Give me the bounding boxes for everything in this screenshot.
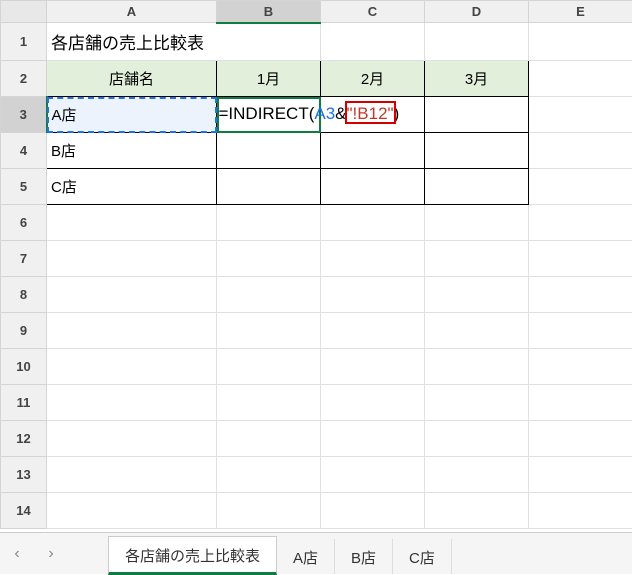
cell-D13[interactable] bbox=[425, 457, 529, 493]
cell-C2-header-m2[interactable]: 2月 bbox=[321, 61, 425, 97]
cell-D12[interactable] bbox=[425, 421, 529, 457]
sheet-tab-c[interactable]: C店 bbox=[393, 539, 452, 574]
col-header-C[interactable]: C bbox=[321, 1, 425, 23]
sheet-tab-summary[interactable]: 各店舗の売上比較表 bbox=[108, 536, 277, 575]
cell-D5[interactable] bbox=[425, 169, 529, 205]
cell-D6[interactable] bbox=[425, 205, 529, 241]
row-header-1[interactable]: 1 bbox=[1, 23, 47, 61]
cell-B6[interactable] bbox=[217, 205, 321, 241]
tab-nav-next[interactable]: › bbox=[34, 533, 68, 574]
sheet-tab-b[interactable]: B店 bbox=[335, 539, 393, 574]
cell-B2-header-m1[interactable]: 1月 bbox=[217, 61, 321, 97]
cell-B3-editing[interactable] bbox=[217, 97, 321, 133]
cell-C8[interactable] bbox=[321, 277, 425, 313]
row-header-9[interactable]: 9 bbox=[1, 313, 47, 349]
cell-C12[interactable] bbox=[321, 421, 425, 457]
cell-E1[interactable] bbox=[529, 23, 632, 61]
cell-B5[interactable] bbox=[217, 169, 321, 205]
select-all-corner[interactable] bbox=[1, 1, 47, 23]
cell-E10[interactable] bbox=[529, 349, 632, 385]
cell-D11[interactable] bbox=[425, 385, 529, 421]
cell-E8[interactable] bbox=[529, 277, 632, 313]
row-header-13[interactable]: 13 bbox=[1, 457, 47, 493]
sheet-tab-bar: ‹ › 各店舗の売上比較表 A店 B店 C店 bbox=[0, 532, 632, 574]
cell-C10[interactable] bbox=[321, 349, 425, 385]
row-header-4[interactable]: 4 bbox=[1, 133, 47, 169]
cell-B8[interactable] bbox=[217, 277, 321, 313]
cell-C13[interactable] bbox=[321, 457, 425, 493]
cell-D10[interactable] bbox=[425, 349, 529, 385]
row-header-10[interactable]: 10 bbox=[1, 349, 47, 385]
col-header-D[interactable]: D bbox=[425, 1, 529, 23]
row-header-14[interactable]: 14 bbox=[1, 493, 47, 529]
sheet-tab-a[interactable]: A店 bbox=[277, 539, 335, 574]
cell-A1-title[interactable]: 各店舗の売上比較表 bbox=[47, 23, 321, 61]
cell-A10[interactable] bbox=[47, 349, 217, 385]
cell-C6[interactable] bbox=[321, 205, 425, 241]
cell-D3[interactable] bbox=[425, 97, 529, 133]
cell-C3[interactable] bbox=[321, 97, 425, 133]
cell-A4[interactable]: B店 bbox=[47, 133, 217, 169]
column-header-row: A B C D E bbox=[1, 1, 632, 23]
cell-B10[interactable] bbox=[217, 349, 321, 385]
cell-C4[interactable] bbox=[321, 133, 425, 169]
row-header-2[interactable]: 2 bbox=[1, 61, 47, 97]
row-header-12[interactable]: 12 bbox=[1, 421, 47, 457]
cell-D4[interactable] bbox=[425, 133, 529, 169]
row-header-6[interactable]: 6 bbox=[1, 205, 47, 241]
row-header-3[interactable]: 3 bbox=[1, 97, 47, 133]
spreadsheet-grid[interactable]: A B C D E 1 各店舗の売上比較表 2 店舗名 1月 2月 3月 3 A… bbox=[0, 0, 632, 529]
row-header-8[interactable]: 8 bbox=[1, 277, 47, 313]
cell-A13[interactable] bbox=[47, 457, 217, 493]
cell-E6[interactable] bbox=[529, 205, 632, 241]
cell-C9[interactable] bbox=[321, 313, 425, 349]
row-header-11[interactable]: 11 bbox=[1, 385, 47, 421]
cell-E9[interactable] bbox=[529, 313, 632, 349]
cell-E4[interactable] bbox=[529, 133, 632, 169]
cell-B14[interactable] bbox=[217, 493, 321, 529]
cell-C7[interactable] bbox=[321, 241, 425, 277]
cell-D8[interactable] bbox=[425, 277, 529, 313]
cell-E12[interactable] bbox=[529, 421, 632, 457]
cell-A5[interactable]: C店 bbox=[47, 169, 217, 205]
cell-B7[interactable] bbox=[217, 241, 321, 277]
col-header-E[interactable]: E bbox=[529, 1, 632, 23]
cell-A6[interactable] bbox=[47, 205, 217, 241]
cell-B4[interactable] bbox=[217, 133, 321, 169]
row-header-7[interactable]: 7 bbox=[1, 241, 47, 277]
cell-B9[interactable] bbox=[217, 313, 321, 349]
cell-A2-header-store[interactable]: 店舗名 bbox=[47, 61, 217, 97]
cell-A3[interactable]: A店 bbox=[47, 97, 217, 133]
cell-D9[interactable] bbox=[425, 313, 529, 349]
cell-E7[interactable] bbox=[529, 241, 632, 277]
cell-C1[interactable] bbox=[321, 23, 425, 61]
cell-D7[interactable] bbox=[425, 241, 529, 277]
cell-C5[interactable] bbox=[321, 169, 425, 205]
cell-B11[interactable] bbox=[217, 385, 321, 421]
cell-C14[interactable] bbox=[321, 493, 425, 529]
cell-A8[interactable] bbox=[47, 277, 217, 313]
cell-A12[interactable] bbox=[47, 421, 217, 457]
cell-E5[interactable] bbox=[529, 169, 632, 205]
cell-A7[interactable] bbox=[47, 241, 217, 277]
cell-E13[interactable] bbox=[529, 457, 632, 493]
cell-D2-header-m3[interactable]: 3月 bbox=[425, 61, 529, 97]
tab-nav-prev[interactable]: ‹ bbox=[0, 533, 34, 574]
cell-D14[interactable] bbox=[425, 493, 529, 529]
sheet-tabs: 各店舗の売上比較表 A店 B店 C店 bbox=[108, 533, 452, 574]
row-header-5[interactable]: 5 bbox=[1, 169, 47, 205]
cell-E2[interactable] bbox=[529, 61, 632, 97]
cell-E3[interactable] bbox=[529, 97, 632, 133]
cell-D1[interactable] bbox=[425, 23, 529, 61]
cell-A14[interactable] bbox=[47, 493, 217, 529]
cell-B13[interactable] bbox=[217, 457, 321, 493]
cell-A11[interactable] bbox=[47, 385, 217, 421]
cell-C11[interactable] bbox=[321, 385, 425, 421]
cell-B12[interactable] bbox=[217, 421, 321, 457]
cell-A9[interactable] bbox=[47, 313, 217, 349]
cell-E11[interactable] bbox=[529, 385, 632, 421]
cell-E14[interactable] bbox=[529, 493, 632, 529]
col-header-B[interactable]: B bbox=[217, 1, 321, 23]
col-header-A[interactable]: A bbox=[47, 1, 217, 23]
